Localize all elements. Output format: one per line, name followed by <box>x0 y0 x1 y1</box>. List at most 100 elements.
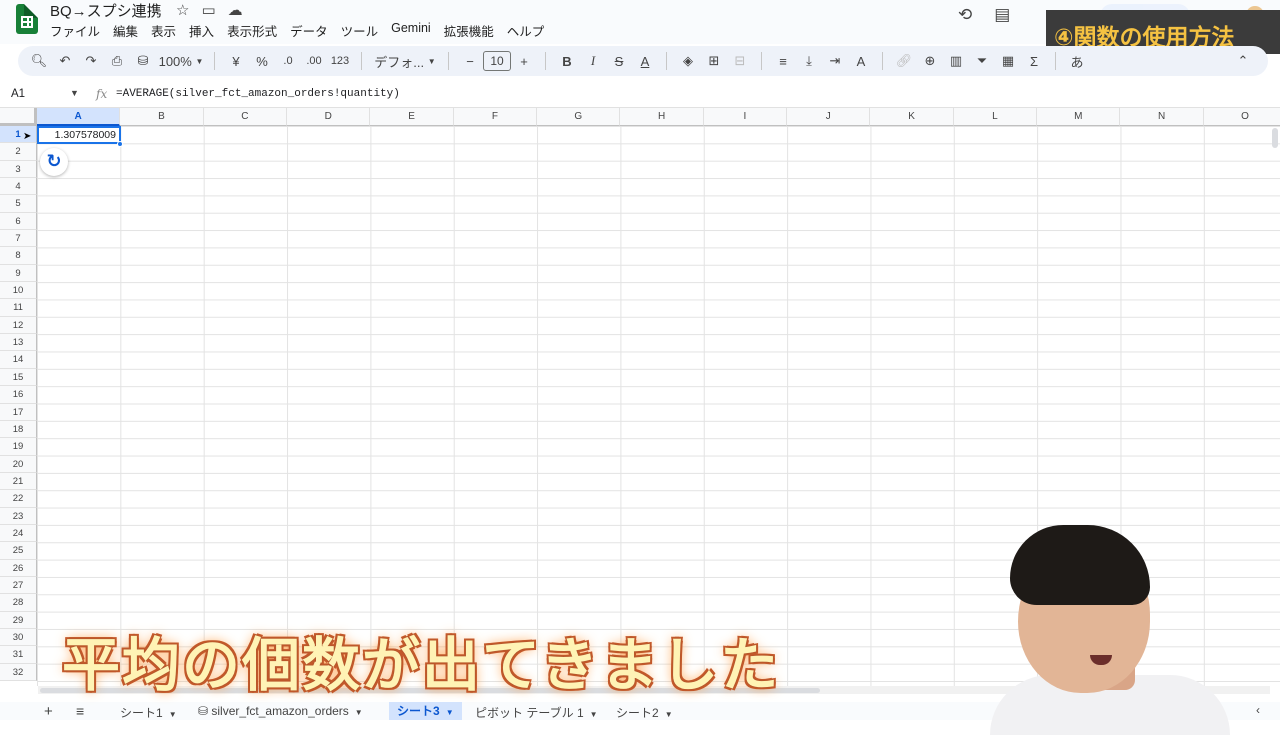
menu-help[interactable]: ヘルプ <box>507 21 545 40</box>
row-header-11[interactable]: 11 <box>0 299 37 317</box>
row-header-5[interactable]: 5 <box>0 195 37 213</box>
row-header-25[interactable]: 25 <box>0 542 37 560</box>
paint-format-icon[interactable]: ⛁ <box>130 49 156 73</box>
row-header-4[interactable]: 4 <box>0 178 37 196</box>
collapse-toolbar-icon[interactable]: ⌃ <box>1230 49 1256 73</box>
row-header-1[interactable]: 1 <box>0 126 37 144</box>
sheets-logo-icon[interactable] <box>16 4 38 34</box>
row-header-32[interactable]: 32 <box>0 663 37 681</box>
column-header-g[interactable]: G <box>537 108 621 126</box>
percent-button[interactable]: % <box>249 49 275 73</box>
strikethrough-icon[interactable]: S <box>606 49 632 73</box>
redo-icon[interactable]: ↷ <box>78 49 104 73</box>
sheet-tab-4[interactable]: ピボット テーブル 1 ▼ <box>475 704 598 721</box>
row-header-20[interactable]: 20 <box>0 455 37 473</box>
row-header-7[interactable]: 7 <box>0 230 37 248</box>
filter-icon[interactable]: ⏷ <box>969 49 995 73</box>
row-header-8[interactable]: 8 <box>0 247 37 265</box>
undo-icon[interactable]: ↶ <box>52 49 78 73</box>
column-header-k[interactable]: K <box>870 108 954 126</box>
row-header-2[interactable]: 2 <box>0 143 37 161</box>
sheet-tab-5[interactable]: シート2 ▼ <box>616 704 673 721</box>
filter-views-icon[interactable]: ▦ <box>995 49 1021 73</box>
column-header-i[interactable]: I <box>703 108 788 126</box>
input-tools-button[interactable]: あ <box>1064 49 1090 73</box>
zoom-select[interactable]: 100% ▼ <box>156 49 206 73</box>
row-header-13[interactable]: 13 <box>0 334 37 352</box>
insert-link-icon[interactable]: 🔗︎ <box>891 49 917 73</box>
row-header-22[interactable]: 22 <box>0 490 37 508</box>
sheet-tab-2[interactable]: ⛁ silver_fct_amazon_orders ▼ <box>198 704 363 718</box>
menu-extensions[interactable]: 拡張機能 <box>444 21 494 40</box>
row-header-14[interactable]: 14 <box>0 351 37 369</box>
all-sheets-icon[interactable]: ≡ <box>76 703 84 719</box>
increase-font-size-icon[interactable]: + <box>511 49 537 73</box>
decrease-font-size-icon[interactable]: − <box>457 49 483 73</box>
row-header-17[interactable]: 17 <box>0 403 37 421</box>
menu-format[interactable]: 表示形式 <box>227 21 277 40</box>
column-header-c[interactable]: C <box>203 108 288 126</box>
column-header-j[interactable]: J <box>787 108 871 126</box>
document-title[interactable]: BQ→スプシ連携 <box>50 0 162 21</box>
menu-file[interactable]: ファイル <box>50 21 100 40</box>
row-header-6[interactable]: 6 <box>0 212 37 231</box>
row-header-19[interactable]: 19 <box>0 438 37 456</box>
column-header-e[interactable]: E <box>370 108 454 126</box>
insert-chart-icon[interactable]: ▥ <box>943 49 969 73</box>
cloud-status-icon[interactable]: ☁ <box>228 1 243 19</box>
row-header-23[interactable]: 23 <box>0 507 37 525</box>
row-header-16[interactable]: 16 <box>0 386 37 404</box>
text-color-icon[interactable]: A <box>632 49 658 73</box>
row-header-10[interactable]: 10 <box>0 282 37 300</box>
menu-tools[interactable]: ツール <box>341 21 379 40</box>
horizontal-align-icon[interactable]: ≡ <box>770 49 796 73</box>
cell-a1[interactable]: 1.307578009 <box>37 126 121 144</box>
move-folder-icon[interactable]: ▭ <box>201 1 215 19</box>
font-select[interactable]: デフォ... ▼ <box>370 49 440 73</box>
row-header-30[interactable]: 30 <box>0 628 37 647</box>
row-header-18[interactable]: 18 <box>0 420 37 439</box>
row-header-27[interactable]: 27 <box>0 576 37 595</box>
menu-insert[interactable]: 挿入 <box>189 21 214 40</box>
row-header-3[interactable]: 3 <box>0 160 37 179</box>
increase-decimal-button[interactable]: .00 <box>301 49 327 73</box>
star-icon[interactable]: ☆ <box>176 1 189 19</box>
column-header-n[interactable]: N <box>1120 108 1204 126</box>
decrease-decimal-button[interactable]: .0 <box>275 49 301 73</box>
chevron-down-icon[interactable]: ▼ <box>70 88 79 98</box>
menu-gemini[interactable]: Gemini <box>391 21 431 40</box>
row-header-21[interactable]: 21 <box>0 472 37 491</box>
sheet-tab-3[interactable]: シート3 ▼ <box>389 702 462 720</box>
merge-cells-icon[interactable]: ⊟ <box>727 49 753 73</box>
search-icon[interactable]: 🔍︎ <box>26 49 52 73</box>
column-header-b[interactable]: B <box>120 108 204 126</box>
chevron-left-icon[interactable]: ‹ <box>1256 703 1260 717</box>
column-header-f[interactable]: F <box>453 108 538 126</box>
row-header-26[interactable]: 26 <box>0 559 37 577</box>
column-header-l[interactable]: L <box>953 108 1038 126</box>
borders-icon[interactable]: ⊞ <box>701 49 727 73</box>
italic-icon[interactable]: I <box>580 49 606 73</box>
text-rotation-icon[interactable]: A <box>848 49 874 73</box>
column-header-m[interactable]: M <box>1037 108 1121 126</box>
version-history-icon[interactable]: ⟲ <box>958 5 972 25</box>
number-format-button[interactable]: 123 <box>327 49 353 73</box>
fill-handle[interactable] <box>117 141 123 147</box>
bold-icon[interactable]: B <box>554 49 580 73</box>
functions-icon[interactable]: Σ <box>1021 49 1047 73</box>
row-header-24[interactable]: 24 <box>0 524 37 543</box>
row-header-12[interactable]: 12 <box>0 316 37 335</box>
row-header-28[interactable]: 28 <box>0 594 37 612</box>
column-header-a[interactable]: A <box>37 108 121 126</box>
row-header-15[interactable]: 15 <box>0 368 37 387</box>
fill-color-icon[interactable]: ◈ <box>675 49 701 73</box>
row-header-31[interactable]: 31 <box>0 646 37 664</box>
sheet-tab-1[interactable]: シート1 ▼ <box>120 704 177 721</box>
add-sheet-icon[interactable]: + <box>44 703 53 720</box>
comments-icon[interactable]: ▤ <box>994 5 1010 25</box>
row-header-9[interactable]: 9 <box>0 264 37 283</box>
select-all-corner[interactable] <box>0 108 37 126</box>
currency-button[interactable]: ¥ <box>223 49 249 73</box>
column-header-o[interactable]: O <box>1203 108 1280 126</box>
menu-view[interactable]: 表示 <box>151 21 176 40</box>
